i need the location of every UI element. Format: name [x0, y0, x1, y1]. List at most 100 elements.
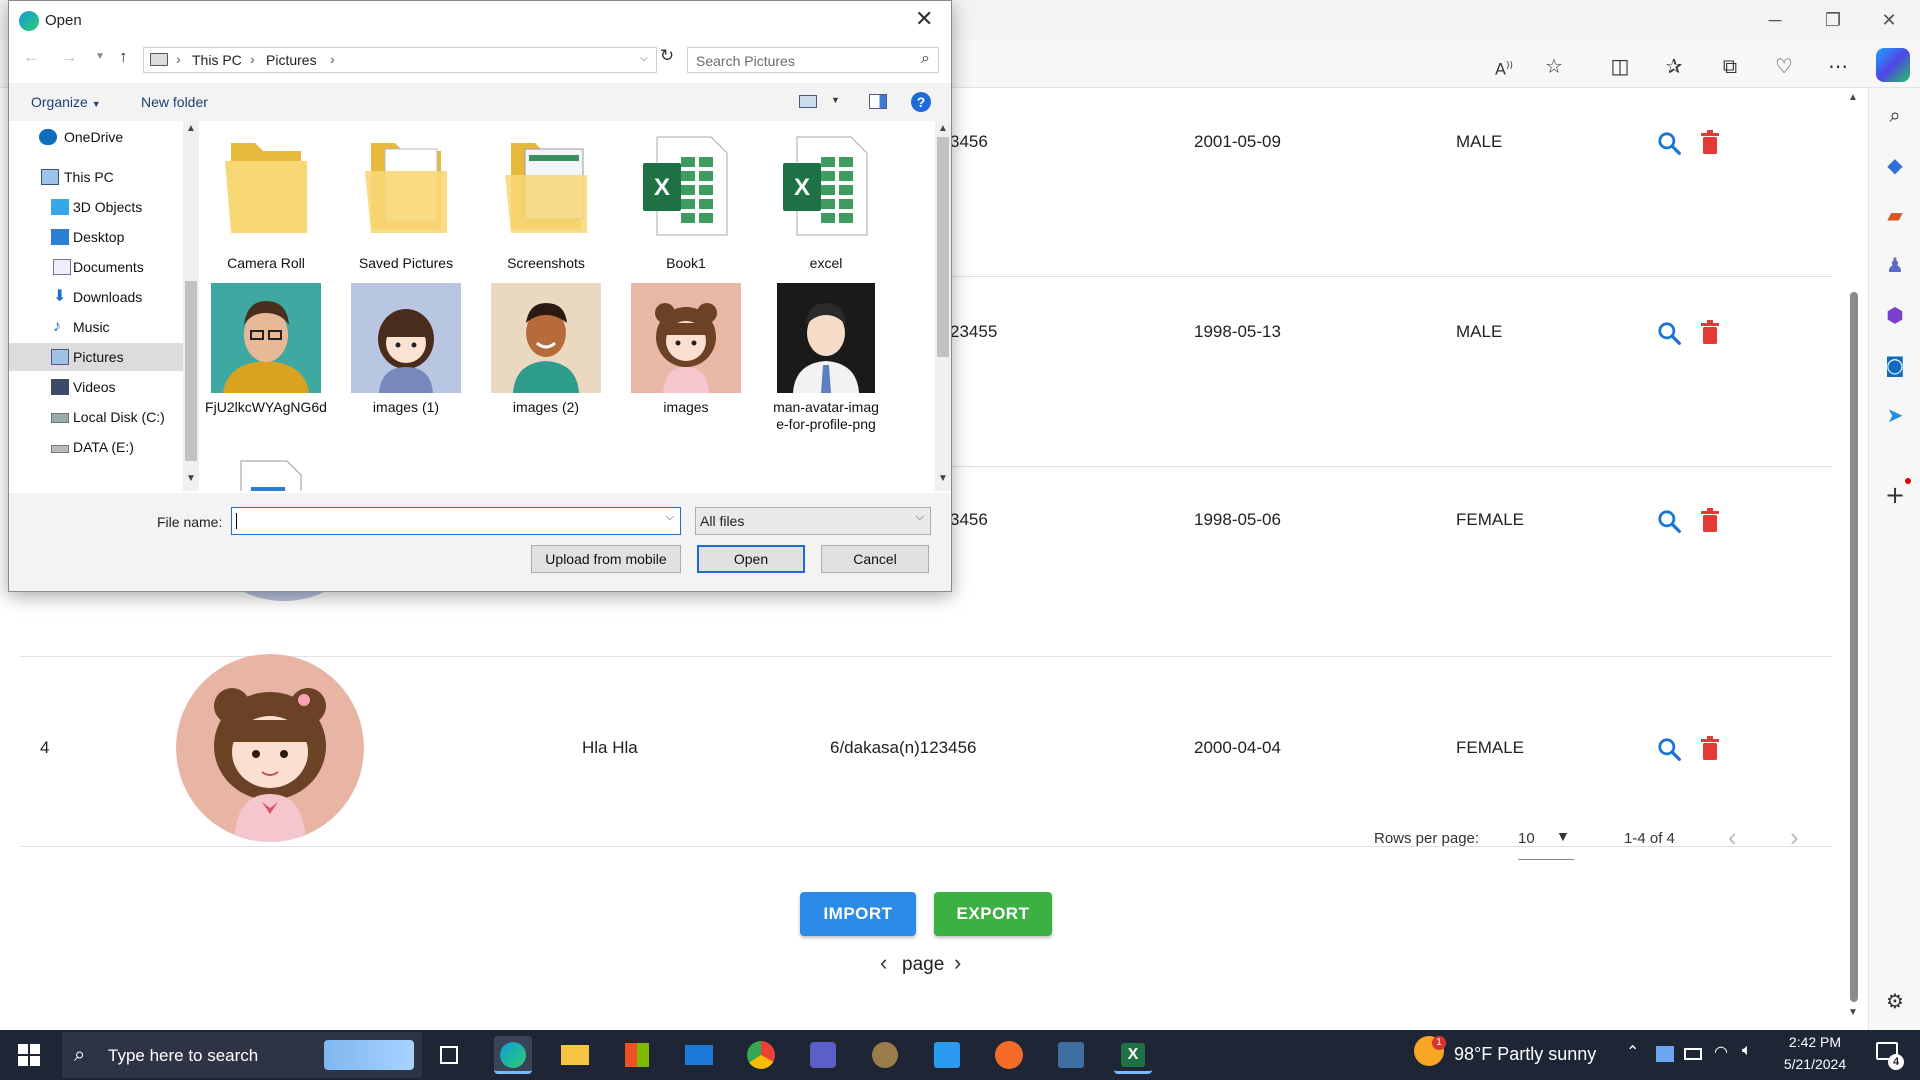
breadcrumb-this-pc[interactable]: This PC: [192, 52, 242, 68]
outlook-icon[interactable]: ◙: [1880, 350, 1910, 380]
file-explorer-icon[interactable]: [556, 1036, 594, 1074]
close-icon[interactable]: ✕: [915, 6, 933, 32]
restore-icon[interactable]: ❐: [1810, 6, 1856, 34]
file-name-input[interactable]: ⌵: [231, 507, 681, 535]
more-icon[interactable]: ⋯: [1822, 50, 1854, 82]
delete-icon[interactable]: [1700, 130, 1720, 154]
postman-icon[interactable]: [990, 1036, 1028, 1074]
task-view-icon[interactable]: [430, 1036, 468, 1074]
file-tile-saved-pictures[interactable]: Saved Pictures: [341, 131, 471, 279]
nav-item-data-drive[interactable]: DATA (E:): [9, 433, 183, 461]
add-icon[interactable]: +: [1880, 480, 1910, 510]
delete-icon[interactable]: [1700, 320, 1720, 344]
export-button[interactable]: EXPORT: [934, 892, 1052, 936]
view-options-icon[interactable]: [799, 95, 817, 108]
preview-pane-icon[interactable]: [869, 94, 887, 109]
page-scrollbar[interactable]: ▲ ▼: [1846, 92, 1862, 1022]
search-icon[interactable]: [1656, 320, 1682, 346]
file-tile-partial[interactable]: [201, 457, 331, 491]
scrollbar-thumb[interactable]: [937, 137, 949, 357]
microsoft365-icon[interactable]: ⬢: [1880, 300, 1910, 330]
help-icon[interactable]: ?: [911, 92, 931, 112]
nav-item-music[interactable]: ♪ Music: [9, 313, 183, 341]
file-tile-camera-roll[interactable]: Camera Roll: [201, 131, 331, 279]
teams-icon[interactable]: [804, 1036, 842, 1074]
favorite-star-icon[interactable]: ☆: [1538, 50, 1570, 82]
collections-icon[interactable]: ⧉: [1714, 50, 1746, 82]
browser-essentials-icon[interactable]: ♡: [1768, 50, 1800, 82]
search-input[interactable]: Search Pictures ⌕: [687, 47, 939, 73]
file-tile-fju2[interactable]: FjU2lkcWYAgNG6d: [201, 283, 331, 443]
drop-icon[interactable]: ➤: [1880, 400, 1910, 430]
files-scrollbar[interactable]: ▲ ▼: [935, 121, 951, 491]
rows-per-page-select[interactable]: 10 ▼: [1518, 828, 1574, 860]
tools-icon[interactable]: ▰: [1880, 200, 1910, 230]
scrollbar-thumb[interactable]: [1850, 292, 1858, 1002]
store-icon[interactable]: [618, 1036, 656, 1074]
volume-icon[interactable]: 🔈︎: [1742, 1042, 1752, 1060]
nav-scrollbar[interactable]: ▲ ▼: [183, 121, 199, 491]
delete-icon[interactable]: [1700, 508, 1720, 532]
edge-taskbar-icon[interactable]: [494, 1036, 532, 1074]
mysql-workbench-icon[interactable]: [1052, 1036, 1090, 1074]
file-tile-excel[interactable]: X excel: [761, 131, 891, 279]
import-button[interactable]: IMPORT: [800, 892, 916, 936]
file-tile-book1[interactable]: X Book1: [621, 131, 751, 279]
copilot-icon[interactable]: [1876, 48, 1910, 82]
delete-icon[interactable]: [1700, 736, 1720, 760]
nav-item-downloads[interactable]: ⬇ Downloads: [9, 283, 183, 311]
file-tile-images[interactable]: images: [621, 283, 751, 443]
forward-icon[interactable]: →: [61, 49, 77, 67]
upload-from-mobile-button[interactable]: Upload from mobile: [531, 545, 681, 573]
nav-item-local-disk[interactable]: Local Disk (C:): [9, 403, 183, 431]
organize-menu[interactable]: Organize ▼: [31, 94, 101, 110]
split-screen-icon[interactable]: ◫: [1604, 50, 1636, 82]
file-type-select[interactable]: All files ⌵: [695, 507, 931, 535]
close-window-icon[interactable]: ✕: [1866, 6, 1912, 34]
up-folder-icon[interactable]: ↑: [119, 47, 128, 67]
back-icon[interactable]: ←: [23, 49, 39, 67]
taskbar-search-input[interactable]: ⌕ Type here to search: [62, 1032, 422, 1078]
search-icon[interactable]: [1656, 508, 1682, 534]
mail-icon[interactable]: [680, 1036, 718, 1074]
clock-date[interactable]: 5/21/2024: [1774, 1056, 1856, 1072]
read-aloud-icon[interactable]: A)): [1488, 50, 1520, 82]
address-dropdown-icon[interactable]: ⌵: [640, 53, 648, 64]
new-folder-button[interactable]: New folder: [141, 94, 208, 110]
weather-text[interactable]: 98°F Partly sunny: [1454, 1044, 1596, 1065]
search-icon[interactable]: ⌕: [1880, 100, 1910, 130]
recent-locations-icon[interactable]: ▼: [95, 51, 105, 62]
next-page-icon[interactable]: ›: [1790, 822, 1799, 853]
vscode-icon[interactable]: [928, 1036, 966, 1074]
scrollbar-thumb[interactable]: [185, 281, 197, 461]
windows-start-icon[interactable]: [18, 1044, 40, 1066]
chevron-down-icon[interactable]: ⌵: [666, 511, 674, 524]
cancel-button[interactable]: Cancel: [821, 545, 929, 573]
file-tile-screenshots[interactable]: Screenshots: [481, 131, 611, 279]
address-bar[interactable]: › This PC › Pictures › ⌵: [143, 47, 657, 73]
nav-item-documents[interactable]: Documents: [9, 253, 183, 281]
nav-item-this-pc[interactable]: This PC: [9, 163, 183, 191]
nav-item-onedrive[interactable]: OneDrive: [9, 123, 183, 151]
excel-taskbar-icon[interactable]: X: [1114, 1036, 1152, 1074]
search-icon[interactable]: [1656, 736, 1682, 762]
file-tile-man-avatar[interactable]: man-avatar-imag e-for-profile-png: [761, 283, 891, 443]
clock-time[interactable]: 2:42 PM: [1782, 1034, 1848, 1050]
onedrive-tray-icon[interactable]: [1656, 1046, 1674, 1062]
minimize-icon[interactable]: ─: [1752, 6, 1798, 34]
refresh-icon[interactable]: ↻: [655, 46, 679, 72]
file-tile-images-2[interactable]: images (2): [481, 283, 611, 443]
settings-icon[interactable]: ⚙: [1880, 986, 1910, 1016]
chevron-up-icon[interactable]: ⌃: [1626, 1042, 1639, 1062]
nav-item-3d-objects[interactable]: 3D Objects: [9, 193, 183, 221]
page-prev-icon[interactable]: ‹: [880, 950, 887, 976]
view-dropdown-icon[interactable]: ▼: [831, 95, 840, 105]
open-button[interactable]: Open: [697, 545, 805, 573]
nav-item-desktop[interactable]: Desktop: [9, 223, 183, 251]
nav-item-pictures[interactable]: Pictures: [9, 343, 183, 371]
chrome-icon[interactable]: [742, 1036, 780, 1074]
wifi-icon[interactable]: ◠: [1714, 1042, 1728, 1062]
nav-item-videos[interactable]: Videos: [9, 373, 183, 401]
file-tile-images-1[interactable]: images (1): [341, 283, 471, 443]
settings-app-icon[interactable]: [866, 1036, 904, 1074]
